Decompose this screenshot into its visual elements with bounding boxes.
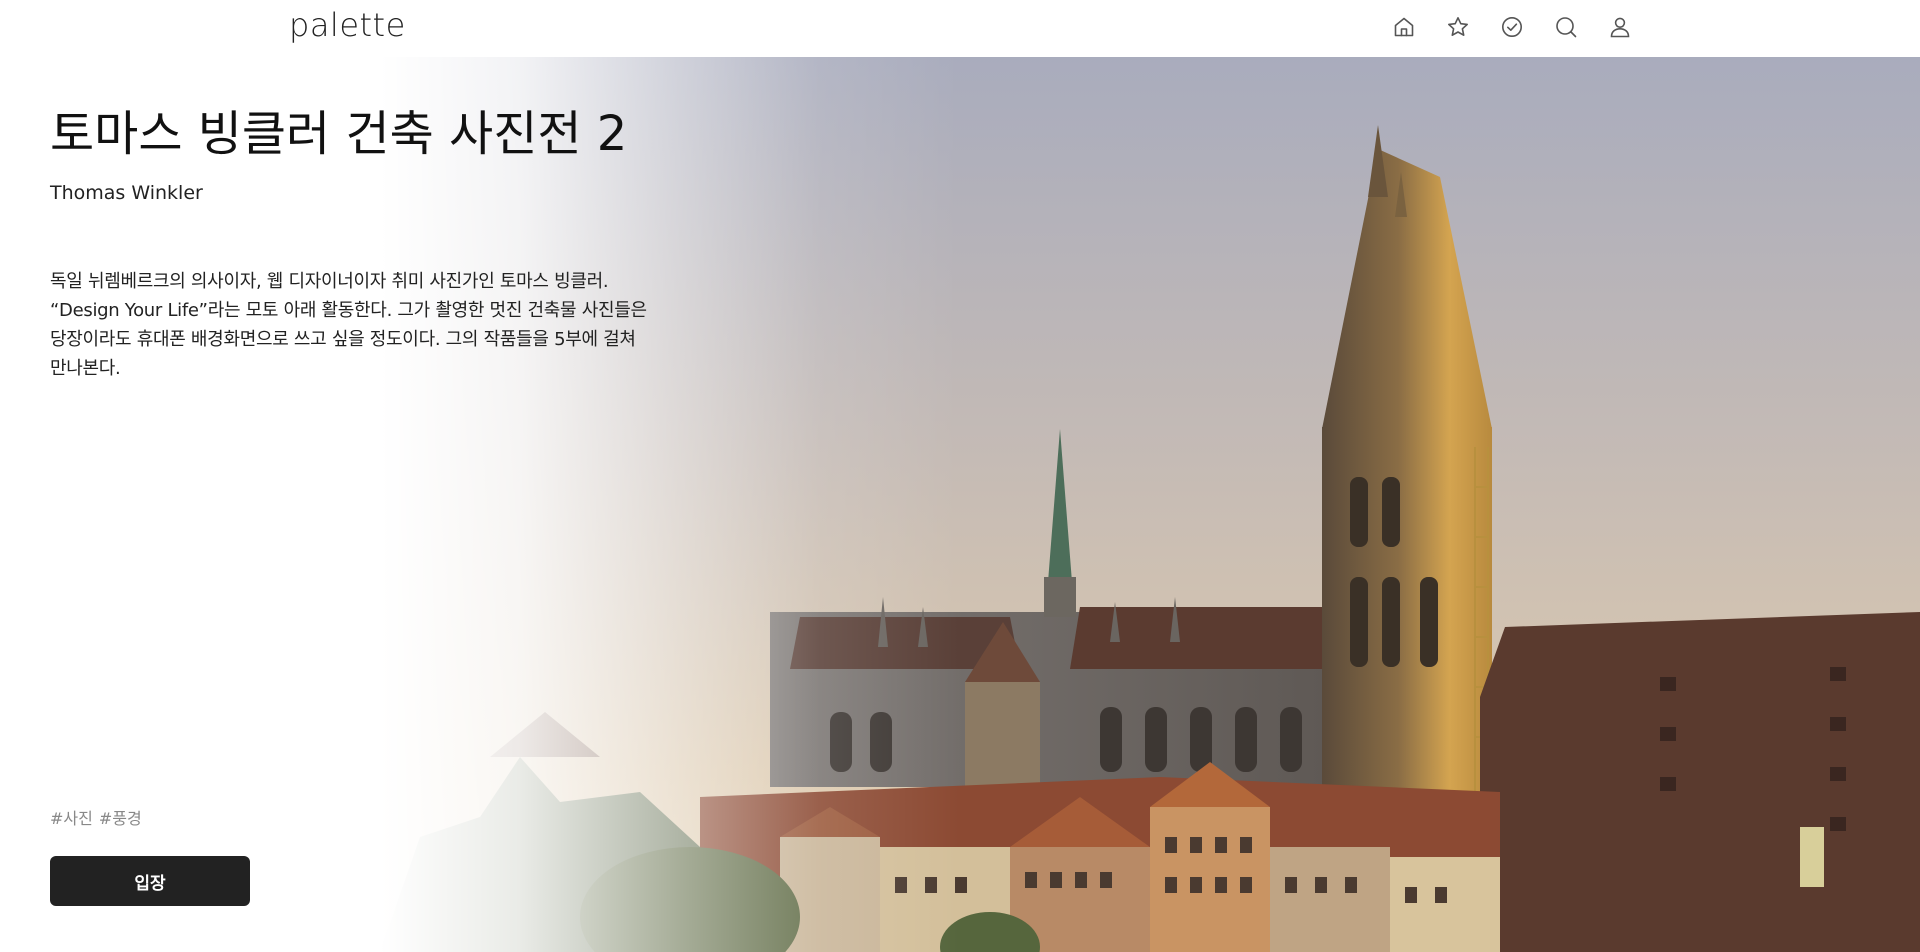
user-icon[interactable] <box>1608 15 1632 39</box>
check-circle-icon[interactable] <box>1500 15 1524 39</box>
tag-photo[interactable]: #사진 <box>50 809 93 829</box>
home-icon[interactable] <box>1392 15 1416 39</box>
artist-name: Thomas Winkler <box>50 182 203 204</box>
exhibition-title: 토마스 빙클러 건축 사진전 2 <box>50 106 628 162</box>
logo[interactable]: palette <box>289 6 406 44</box>
star-icon[interactable] <box>1446 15 1470 39</box>
exhibition-info: 토마스 빙클러 건축 사진전 2 Thomas Winkler 독일 뉘렘베르크… <box>50 57 650 952</box>
enter-button[interactable]: 입장 <box>50 856 250 906</box>
tag-landscape[interactable]: #풍경 <box>99 809 142 829</box>
tag-list: #사진 #풍경 <box>50 809 142 829</box>
exhibition-hero: 토마스 빙클러 건축 사진전 2 Thomas Winkler 독일 뉘렘베르크… <box>0 57 1920 952</box>
top-header: palette <box>0 0 1920 57</box>
top-nav <box>1392 15 1632 39</box>
search-icon[interactable] <box>1554 15 1578 39</box>
exhibition-description: 독일 뉘렘베르크의 의사이자, 웹 디자이너이자 취미 사진가인 토마스 빙클러… <box>50 271 647 379</box>
